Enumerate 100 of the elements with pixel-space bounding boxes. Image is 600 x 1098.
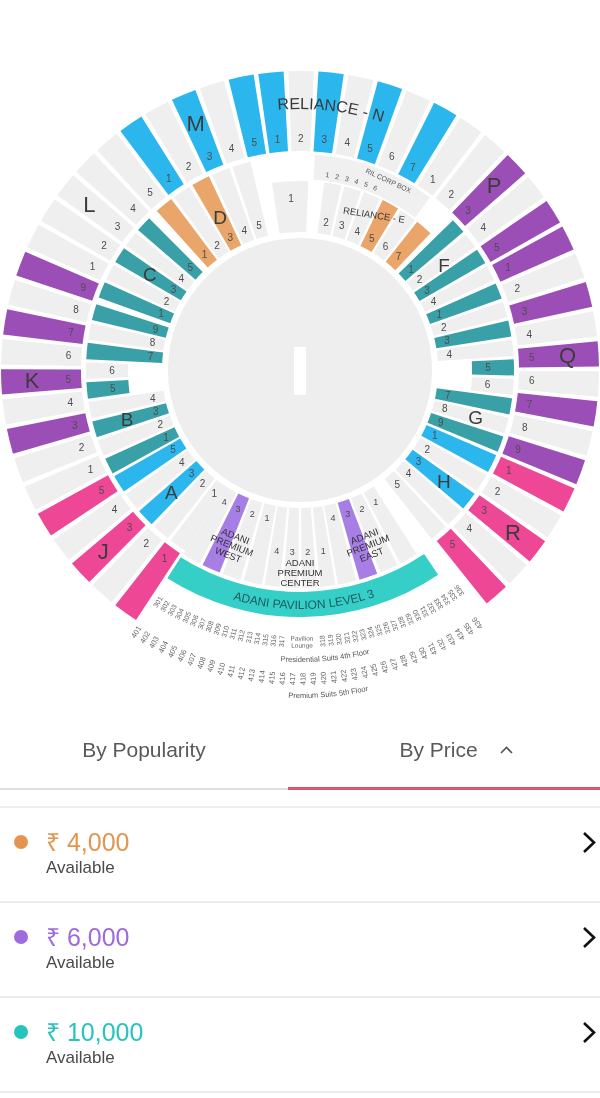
price-row[interactable]: ₹ 6,000 Available: [0, 903, 600, 998]
block-number: 3: [235, 503, 241, 514]
block-number: 4: [274, 545, 280, 556]
block-number: 5: [147, 187, 153, 199]
seat-block[interactable]: [8, 280, 92, 323]
block-number: 6: [528, 375, 535, 387]
availability-label: Available: [46, 1047, 116, 1069]
block-number: 4: [354, 225, 360, 237]
section-label: K: [24, 368, 40, 394]
block-number: 4: [178, 272, 185, 284]
block-number: 2: [157, 419, 164, 431]
seat-block[interactable]: [1, 369, 82, 395]
block-number: 2: [143, 538, 150, 550]
seat-block[interactable]: [27, 224, 109, 281]
block-number: 3: [188, 468, 195, 480]
block-number: 2: [359, 503, 365, 514]
seat-block[interactable]: [468, 495, 546, 562]
block-number: 1: [320, 545, 326, 556]
block-number: 1: [274, 133, 281, 145]
seat-block[interactable]: [492, 226, 574, 282]
block-number: 5: [367, 143, 373, 155]
block-number: 6: [389, 151, 395, 163]
block-number: 7: [410, 161, 416, 173]
block-number: 3: [345, 509, 351, 520]
block-number: 3: [444, 335, 450, 347]
block-number: 3: [126, 521, 133, 533]
seat-block[interactable]: [501, 253, 585, 303]
section-label: G: [468, 406, 484, 428]
seat-block[interactable]: [502, 436, 586, 485]
block-number: 5: [170, 444, 176, 456]
block-number: 1: [211, 487, 218, 499]
block-number: 1: [505, 262, 511, 273]
sort-tab[interactable]: By Price: [288, 712, 600, 790]
availability-label: Available: [46, 952, 116, 974]
block-number: 2: [249, 509, 255, 520]
block-number: 1: [264, 513, 270, 524]
block-number: 4: [446, 348, 452, 360]
seat-block[interactable]: [481, 476, 562, 538]
chevron-right-icon: [582, 831, 596, 854]
chevron-up-icon: [499, 745, 513, 754]
seat-block[interactable]: [492, 456, 575, 512]
seat-block[interactable]: [427, 412, 504, 452]
section-label: ADANI PREMIUM CENTER: [277, 556, 323, 588]
seat-block[interactable]: [518, 370, 599, 397]
block-number: 5: [528, 351, 535, 363]
sort-tab[interactable]: By Popularity: [0, 712, 288, 790]
block-number: 7: [526, 398, 533, 410]
block-number: 1: [429, 174, 436, 186]
block-number: 6: [65, 350, 72, 362]
block-number: 4: [67, 397, 74, 409]
block-number: 1: [165, 173, 172, 185]
block-number: 4: [228, 142, 235, 154]
block-number: 9: [515, 443, 521, 455]
block-number: 2: [323, 216, 329, 228]
seat-block[interactable]: [138, 218, 203, 280]
pavilion-label: ADANI PAVILION LEVEL 3: [232, 586, 376, 612]
seat-block[interactable]: [480, 200, 561, 262]
price-row[interactable]: ₹ 10,000 Available: [0, 998, 600, 1093]
block-number: 1: [87, 464, 94, 475]
seat-block[interactable]: [453, 512, 527, 584]
block-number: 8: [522, 421, 528, 433]
block-number: 8: [149, 337, 156, 349]
block-number: 3: [206, 150, 213, 162]
seat-block[interactable]: [509, 282, 593, 324]
seat-block[interactable]: [471, 359, 514, 376]
block-number: 4: [111, 504, 118, 515]
price-row[interactable]: ₹ 4,000 Available: [0, 808, 600, 903]
block-number: 2: [199, 478, 206, 490]
price-label: ₹ 10,000: [46, 1017, 145, 1047]
seat-block[interactable]: [145, 101, 204, 183]
block-number: 1: [432, 430, 438, 442]
seat-block[interactable]: [509, 414, 593, 456]
seat-block[interactable]: [14, 434, 98, 483]
section-label: B: [120, 409, 134, 431]
block-number: 4: [241, 225, 248, 237]
section-label: L: [83, 191, 96, 217]
block-number: 1: [89, 260, 96, 272]
seat-block[interactable]: [16, 251, 99, 301]
block-number: 2: [494, 486, 501, 497]
block-number: 2: [214, 239, 220, 251]
section-label: P: [486, 172, 502, 198]
seat-block[interactable]: [518, 341, 599, 368]
block-number: 4: [221, 496, 227, 507]
seat-block[interactable]: [97, 415, 174, 456]
seat-block[interactable]: [173, 186, 229, 259]
block-number: 2: [514, 283, 521, 295]
section-label: J: [97, 539, 109, 565]
seat-block[interactable]: [1, 339, 83, 366]
seat-block[interactable]: [467, 176, 544, 244]
seat-block[interactable]: [6, 413, 90, 454]
block-number: 6: [109, 365, 115, 377]
block-number: 1: [288, 192, 294, 204]
block-number: 7: [68, 327, 74, 339]
block-number: 2: [298, 132, 304, 144]
block-number: 5: [110, 382, 116, 394]
block-number: 5: [449, 539, 456, 551]
block-number: 4: [466, 523, 473, 535]
block-number: 1: [436, 309, 443, 321]
block-number: 5: [187, 262, 194, 274]
chevron-right-icon: [582, 1021, 596, 1044]
